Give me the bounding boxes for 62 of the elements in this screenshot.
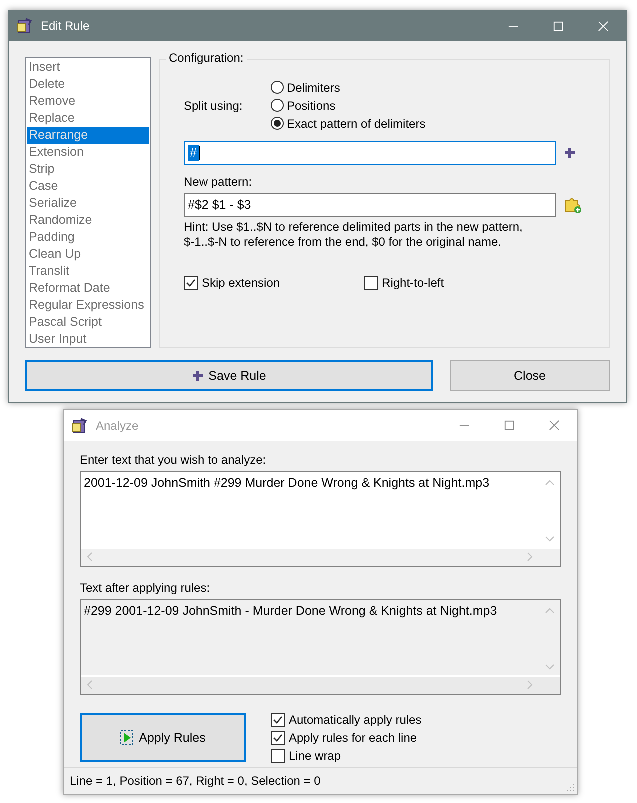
rule-item[interactable]: Regular Expressions bbox=[27, 297, 149, 314]
scroll-up-icon[interactable] bbox=[545, 608, 555, 614]
checkbox[interactable]: Automatically apply rules bbox=[271, 711, 422, 728]
rule-item[interactable]: Pascal Script bbox=[27, 314, 149, 331]
new-pattern-field[interactable]: #$2 $1 - $3 bbox=[184, 193, 556, 217]
play-icon bbox=[120, 730, 134, 746]
hint-text: Hint: Use $1..$N to reference delimited parts in the new pattern, $-1..$-N to reference from the end, $0 for the original name. bbox=[184, 220, 524, 250]
app-icon bbox=[72, 418, 88, 434]
save-rule-button[interactable]: Save Rule bbox=[25, 360, 433, 391]
radio-button[interactable]: Delimiters bbox=[271, 80, 426, 95]
apply-rules-button[interactable]: Apply Rules bbox=[80, 713, 246, 762]
output-text-area[interactable]: #299 2001-12-09 JohnSmith - Murder Done Wrong & Knights at Night.mp3 bbox=[80, 599, 561, 695]
horizontal-scrollbar[interactable] bbox=[81, 549, 560, 566]
rule-item[interactable]: Rearrange bbox=[27, 127, 149, 144]
window-title: Analyze bbox=[96, 418, 139, 432]
rule-item[interactable]: Reformat Date bbox=[27, 280, 149, 297]
window-title: Edit Rule bbox=[41, 19, 90, 33]
rule-item[interactable]: Case bbox=[27, 178, 149, 195]
rule-item[interactable]: Serialize bbox=[27, 195, 149, 212]
rule-item[interactable]: Clean Up bbox=[27, 246, 149, 263]
close-button[interactable]: Close bbox=[450, 360, 610, 391]
maximize-icon[interactable] bbox=[504, 420, 515, 431]
output-label: Text after applying rules: bbox=[80, 581, 212, 595]
scroll-right-icon[interactable] bbox=[527, 552, 533, 562]
rule-list[interactable]: Insert Delete Remove Replace Rearrange Extension Strip Case Serialize Randomize Padding Clean Up Translit Reformat Date Regular Expressions Pascal Script User Input bbox=[25, 57, 151, 348]
rule-item[interactable]: Extension bbox=[27, 144, 149, 161]
status-text: Line = 1, Position = 67, Right = 0, Selection = 0 bbox=[70, 774, 321, 788]
scroll-down-icon[interactable] bbox=[545, 664, 555, 670]
scroll-left-icon[interactable] bbox=[87, 680, 93, 690]
resize-grip-icon[interactable] bbox=[565, 782, 575, 792]
checkbox[interactable]: Line wrap bbox=[271, 747, 422, 764]
input-text-area[interactable]: 2001-12-09 JohnSmith #299 Murder Done Wrong & Knights at Night.mp3 bbox=[80, 471, 561, 567]
rule-item[interactable]: User Input bbox=[27, 331, 149, 348]
scroll-right-icon[interactable] bbox=[527, 680, 533, 690]
rule-item[interactable]: Translit bbox=[27, 263, 149, 280]
input-text: 2001-12-09 JohnSmith #299 Murder Done Wrong & Knights at Night.mp3 bbox=[84, 476, 490, 490]
split-label: Split using: bbox=[184, 98, 244, 112]
radio-button[interactable]: Exact pattern of delimiters bbox=[271, 116, 426, 131]
rule-item[interactable]: Replace bbox=[27, 110, 149, 127]
horizontal-scrollbar[interactable] bbox=[81, 675, 560, 694]
output-text: #299 2001-12-09 JohnSmith - Murder Done Wrong & Knights at Night.mp3 bbox=[84, 604, 498, 618]
rule-item[interactable]: Strip bbox=[27, 161, 149, 178]
scroll-up-icon[interactable] bbox=[545, 480, 555, 486]
checkbox[interactable]: Right-to-left bbox=[364, 274, 444, 291]
rule-item[interactable]: Insert bbox=[27, 59, 149, 76]
close-icon[interactable] bbox=[549, 420, 560, 431]
rule-item[interactable]: Delete bbox=[27, 76, 149, 93]
scroll-left-icon[interactable] bbox=[87, 552, 93, 562]
scroll-down-icon[interactable] bbox=[545, 536, 555, 542]
rule-item[interactable]: Padding bbox=[27, 229, 149, 246]
radio-button[interactable]: Positions bbox=[271, 98, 426, 113]
rule-item[interactable]: Randomize bbox=[27, 212, 149, 229]
plus-icon bbox=[192, 370, 204, 382]
new-pattern-label: New pattern: bbox=[184, 175, 254, 189]
input-label: Enter text that you wish to analyze: bbox=[80, 453, 268, 467]
group-title: Configuration: bbox=[166, 51, 247, 65]
checkbox[interactable]: Skip extension bbox=[184, 274, 280, 291]
checkbox[interactable]: Apply rules for each line bbox=[271, 729, 422, 746]
plus-icon[interactable] bbox=[564, 147, 576, 159]
delimiter-field[interactable]: # bbox=[184, 141, 556, 165]
rule-item[interactable]: Remove bbox=[27, 93, 149, 110]
app-icon bbox=[17, 18, 33, 34]
